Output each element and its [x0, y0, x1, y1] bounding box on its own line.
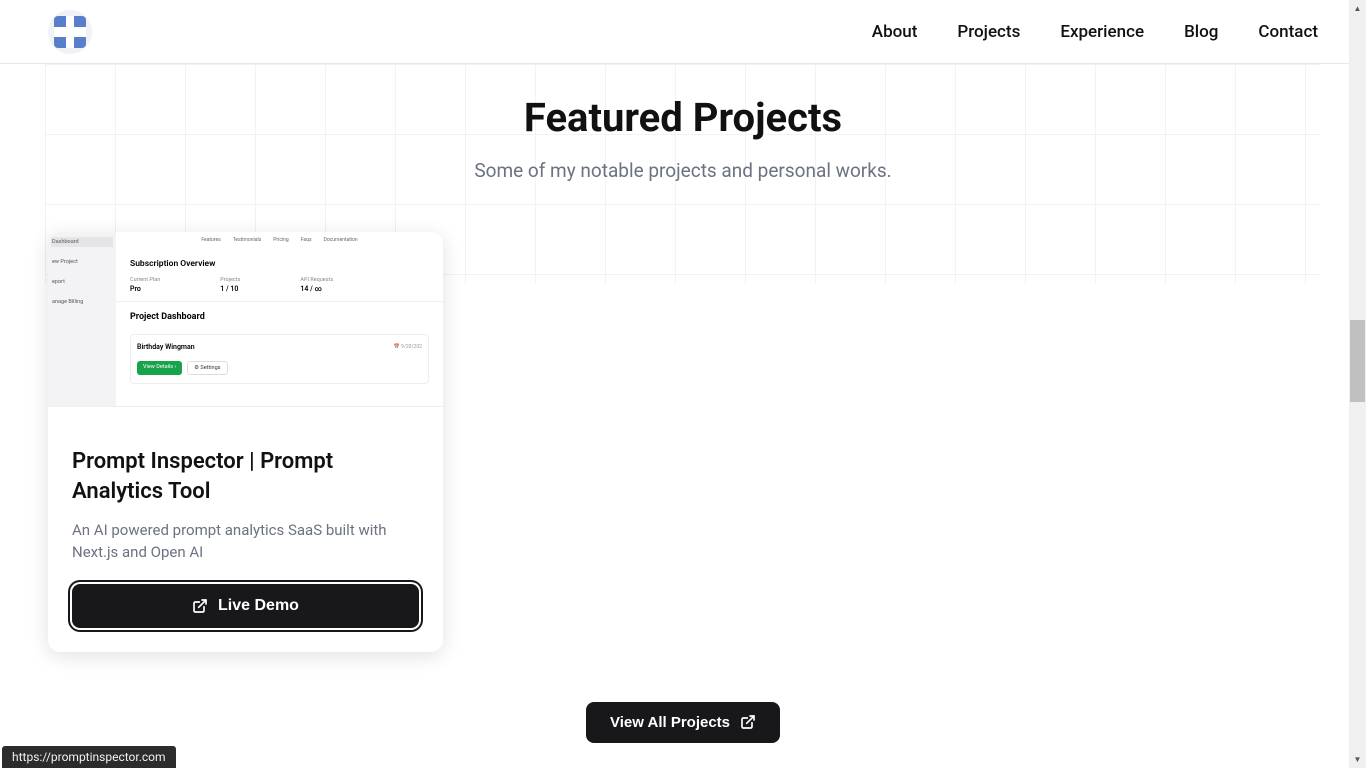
page-subtitle: Some of my notable projects and personal…	[48, 159, 1318, 182]
view-all-label: View All Projects	[610, 714, 730, 731]
preview-sidebar-item: Dashboard	[51, 237, 113, 247]
preview-topnav-item: Features	[201, 237, 220, 243]
preview-sub-title: Subscription Overview	[130, 259, 429, 269]
project-description: An AI powered prompt analytics SaaS buil…	[72, 520, 419, 564]
external-link-icon	[740, 714, 756, 730]
scrollbar[interactable]: ▲ ▼	[1349, 0, 1366, 768]
preview-stat-value: Pro	[130, 285, 160, 293]
preview-view-details-btn: View Details ›	[137, 361, 182, 375]
live-demo-label: Live Demo	[218, 597, 299, 615]
page-title: Featured Projects	[48, 94, 1318, 141]
preview-sidebar-item: ew Project	[51, 257, 113, 267]
preview-proj-date: 📅 9/20/202	[394, 344, 422, 350]
live-demo-button[interactable]: Live Demo	[72, 584, 419, 628]
preview-stat-value: 1 / 10	[220, 285, 240, 293]
project-title: Prompt Inspector | Prompt Analytics Tool	[72, 447, 419, 506]
preview-topnav-item: Pricing	[273, 237, 288, 243]
logo[interactable]	[48, 10, 92, 54]
preview-sidebar-item: anage Billing	[51, 297, 113, 307]
scrollbar-thumb[interactable]	[1350, 320, 1365, 402]
project-preview-image: Dashboard ew Project eport anage Billing…	[48, 232, 443, 407]
preview-stat-label: Current Plan	[130, 277, 160, 283]
nav-contact[interactable]: Contact	[1258, 22, 1318, 42]
preview-proj-name: Birthday Wingman	[137, 343, 195, 351]
nav-projects[interactable]: Projects	[957, 22, 1020, 42]
view-all-projects-button[interactable]: View All Projects	[586, 702, 780, 743]
preview-dash-title: Project Dashboard	[130, 312, 429, 322]
scrollbar-up-arrow[interactable]: ▲	[1349, 0, 1366, 17]
preview-stat-label: API Requests	[300, 277, 333, 283]
preview-topnav-item: Testimonials	[233, 237, 262, 243]
preview-topnav-item: Documentation	[324, 237, 358, 243]
preview-topnav-item: Faqs	[301, 237, 312, 243]
preview-sidebar-item: eport	[51, 277, 113, 287]
main-nav: About Projects Experience Blog Contact	[872, 22, 1318, 42]
status-bar: https://promptinspector.com	[2, 746, 176, 768]
project-card[interactable]: Dashboard ew Project eport anage Billing…	[48, 232, 443, 652]
header: About Projects Experience Blog Contact	[0, 0, 1366, 64]
preview-settings-btn: ⚙ Settings	[187, 361, 227, 375]
nav-blog[interactable]: Blog	[1184, 22, 1218, 42]
scrollbar-down-arrow[interactable]: ▼	[1349, 751, 1366, 768]
preview-stat-label: Projects	[220, 277, 240, 283]
external-link-icon	[192, 598, 208, 614]
title-section: Featured Projects Some of my notable pro…	[48, 94, 1318, 182]
main-content: Featured Projects Some of my notable pro…	[0, 64, 1366, 743]
nav-experience[interactable]: Experience	[1060, 22, 1144, 42]
preview-stat-value: 14 / ∞	[300, 285, 333, 293]
nav-about[interactable]: About	[872, 22, 918, 42]
